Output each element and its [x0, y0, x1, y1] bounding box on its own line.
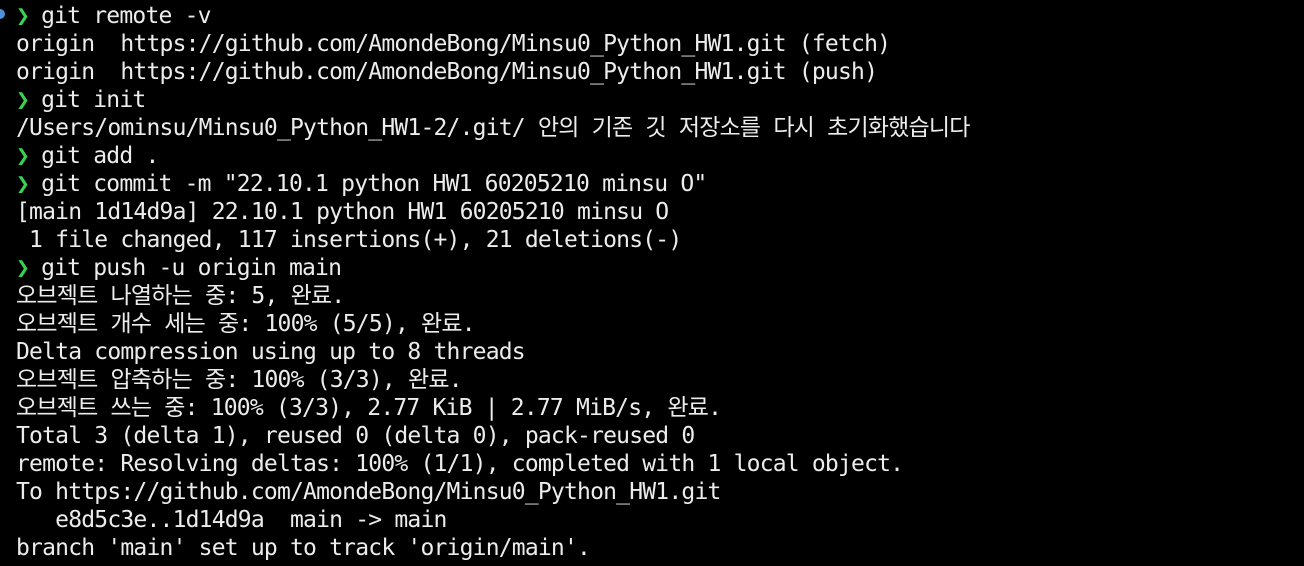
output-text: e8d5c3e..1d14d9a main -> main: [16, 507, 447, 533]
command-line: ❯ git push -u origin main: [16, 254, 1304, 282]
output-line: remote: Resolving deltas: 100% (1/1), co…: [16, 450, 1304, 478]
output-text: 1 file changed, 117 insertions(+), 21 de…: [16, 227, 682, 253]
output-text: remote: Resolving deltas: 100% (1/1), co…: [16, 451, 904, 477]
output-line: Delta compression using up to 8 threads: [16, 338, 1304, 366]
terminal-output: ❯ git remote -v origin https://github.com/…: [16, 2, 1304, 562]
prompt-chevron-icon: ❯: [16, 171, 30, 197]
prompt-chevron-icon: ❯: [16, 87, 30, 113]
command-text: git remote -v: [41, 3, 211, 29]
output-text: 오브젝트 개수 세는 중: 100% (5/5), 완료.: [16, 311, 476, 337]
command-line: ❯ git remote -v: [16, 2, 1304, 30]
output-line: 오브젝트 압축하는 중: 100% (3/3), 완료.: [16, 366, 1304, 394]
command-text: git commit -m "22.10.1 python HW1 602052…: [41, 171, 707, 197]
output-line: [main 1d14d9a] 22.10.1 python HW1 602052…: [16, 198, 1304, 226]
command-line: ❯ git add .: [16, 142, 1304, 170]
output-text: Total 3 (delta 1), reused 0 (delta 0), p…: [16, 423, 695, 449]
output-line: 오브젝트 개수 세는 중: 100% (5/5), 완료.: [16, 310, 1304, 338]
output-text: To https://github.com/AmondeBong/Minsu0_…: [16, 479, 721, 505]
output-text: /Users/ominsu/Minsu0_Python_HW1-2/.git/ …: [16, 115, 970, 141]
status-dot-icon: [0, 9, 5, 19]
output-text: 오브젝트 압축하는 중: 100% (3/3), 완료.: [16, 367, 463, 393]
output-line: 오브젝트 나열하는 중: 5, 완료.: [16, 282, 1304, 310]
output-text: 오브젝트 쓰는 중: 100% (3/3), 2.77 KiB | 2.77 M…: [16, 395, 722, 421]
output-text: 오브젝트 나열하는 중: 5, 완료.: [16, 283, 345, 309]
output-text: origin https://github.com/AmondeBong/Min…: [16, 59, 878, 85]
prompt-chevron-icon: ❯: [16, 143, 30, 169]
prompt-chevron-icon: ❯: [16, 255, 30, 281]
output-line: origin https://github.com/AmondeBong/Min…: [16, 30, 1304, 58]
output-text: Delta compression using up to 8 threads: [16, 339, 526, 365]
terminal-window[interactable]: ❯ git remote -v origin https://github.com/…: [0, 0, 1304, 566]
output-line: 1 file changed, 117 insertions(+), 21 de…: [16, 226, 1304, 254]
command-text: git add .: [41, 143, 159, 169]
output-text: origin https://github.com/AmondeBong/Min…: [16, 31, 891, 57]
command-text: git push -u origin main: [41, 255, 342, 281]
command-text: git init: [41, 87, 146, 113]
command-line: ❯ git init: [16, 86, 1304, 114]
output-text: branch 'main' set up to track 'origin/ma…: [16, 535, 591, 561]
output-line: origin https://github.com/AmondeBong/Min…: [16, 58, 1304, 86]
command-line: ❯ git commit -m "22.10.1 python HW1 60205…: [16, 170, 1304, 198]
output-line: e8d5c3e..1d14d9a main -> main: [16, 506, 1304, 534]
output-line: Total 3 (delta 1), reused 0 (delta 0), p…: [16, 422, 1304, 450]
output-line: 오브젝트 쓰는 중: 100% (3/3), 2.77 KiB | 2.77 M…: [16, 394, 1304, 422]
output-line: /Users/ominsu/Minsu0_Python_HW1-2/.git/ …: [16, 114, 1304, 142]
prompt-chevron-icon: ❯: [16, 3, 30, 29]
output-text: [main 1d14d9a] 22.10.1 python HW1 602052…: [16, 199, 669, 225]
output-line: To https://github.com/AmondeBong/Minsu0_…: [16, 478, 1304, 506]
output-line: branch 'main' set up to track 'origin/ma…: [16, 534, 1304, 562]
